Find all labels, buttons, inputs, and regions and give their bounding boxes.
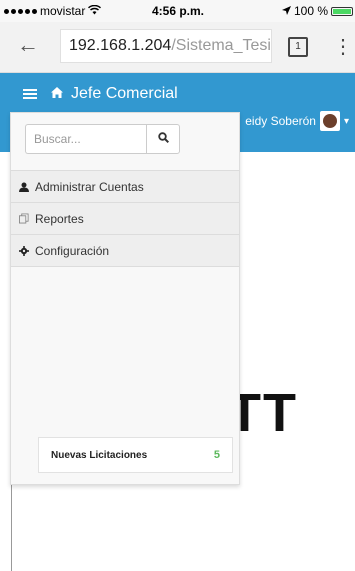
- sidebar-search: [25, 124, 180, 154]
- home-icon: [51, 85, 63, 103]
- user-menu[interactable]: eidy Soberón ▾: [245, 111, 349, 131]
- navbar-brand[interactable]: Jefe Comercial: [23, 85, 178, 103]
- sidebar-item-configuracion[interactable]: Configuración: [11, 234, 239, 267]
- browser-menu-button[interactable]: ⋮: [333, 34, 353, 59]
- back-button[interactable]: ←: [16, 32, 40, 58]
- sidebar-item-label: Reportes: [35, 211, 84, 226]
- notification-count: 5: [213, 449, 220, 461]
- notification-new-tenders[interactable]: Nuevas Licitaciones 5: [38, 437, 233, 473]
- sidebar-item-label: Administrar Cuentas: [35, 179, 144, 194]
- battery-percent: 100 %: [293, 4, 328, 18]
- status-right-group: 100 %: [281, 4, 353, 18]
- url-host: 192.168.1.204: [69, 37, 172, 54]
- clock: 4:56 p.m.: [152, 4, 205, 18]
- carrier-label: movistar: [40, 4, 86, 18]
- location-arrow-icon: [281, 4, 291, 18]
- search-icon: [157, 130, 169, 148]
- tab-switcher-button[interactable]: 1: [288, 37, 308, 57]
- signal-icon: [4, 8, 37, 14]
- copy-icon: [19, 213, 29, 224]
- user-name: eidy Soberón: [245, 114, 316, 128]
- status-bar: movistar 4:56 p.m. 100 %: [0, 0, 355, 22]
- gear-icon: [19, 245, 29, 256]
- sidebar-panel: Administrar Cuentas Reportes Configuraci…: [10, 112, 240, 485]
- browser-toolbar: ← 192.168.1.204/Sistema_Tesis 1 ⋮: [0, 22, 355, 73]
- search-input[interactable]: [25, 124, 146, 154]
- sidebar-item-administrar-cuentas[interactable]: Administrar Cuentas: [11, 170, 239, 202]
- sidebar-menu: Administrar Cuentas Reportes Configuraci…: [11, 170, 239, 267]
- avatar: [319, 111, 340, 131]
- hamburger-icon[interactable]: [23, 89, 37, 99]
- sidebar-item-label: Configuración: [35, 243, 110, 258]
- sidebar-item-reportes[interactable]: Reportes: [11, 202, 239, 234]
- more-vert-icon: ⋮: [333, 36, 353, 58]
- user-icon: [19, 182, 29, 192]
- back-arrow-icon: ←: [17, 32, 39, 57]
- caret-down-icon: ▾: [343, 115, 349, 127]
- wifi-icon: [88, 4, 102, 18]
- url-path: /Sistema_Tesis: [171, 37, 272, 54]
- notification-label: Nuevas Licitaciones: [51, 449, 148, 461]
- battery-icon: [331, 6, 353, 16]
- search-button[interactable]: [146, 124, 180, 154]
- carrier-group: movistar: [4, 4, 102, 18]
- address-bar[interactable]: 192.168.1.204/Sistema_Tesis: [60, 29, 272, 63]
- page-divider: [11, 483, 12, 571]
- brand-title: Jefe Comercial: [71, 85, 178, 102]
